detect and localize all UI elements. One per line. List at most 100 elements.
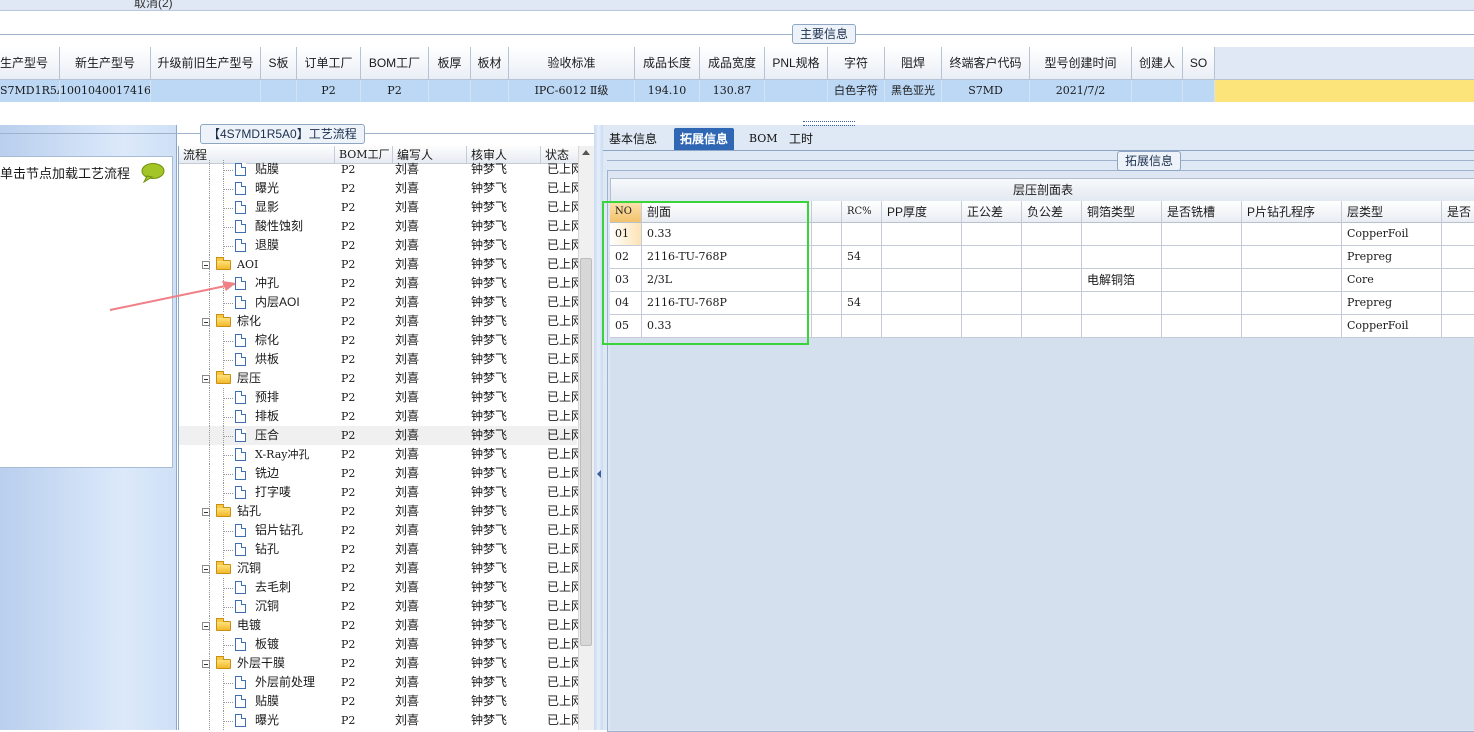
lam-cell[interactable]: Prepreg	[1342, 292, 1442, 315]
collapse-toggle-icon[interactable]	[202, 660, 210, 668]
lam-col-header[interactable]: PP厚度	[882, 201, 962, 223]
info-col-header[interactable]: 生产型号	[0, 47, 60, 80]
lam-cell[interactable]	[812, 292, 842, 315]
lam-cell[interactable]	[1082, 246, 1162, 269]
speech-bubble-icon[interactable]	[140, 163, 166, 183]
info-cell[interactable]: P2	[297, 80, 361, 102]
tree-row[interactable]: 外层干膜 P2 刘喜 钟梦飞 已上网	[179, 654, 579, 673]
tab-work-hours[interactable]: 工时	[783, 128, 819, 150]
tab-bom[interactable]: BOM	[743, 128, 784, 150]
tree-row[interactable]: 钻孔 P2 刘喜 钟梦飞 已上网	[179, 540, 579, 559]
info-cell[interactable]: 2021/7/2	[1030, 80, 1132, 102]
lam-cell[interactable]: CopperFoil	[1342, 315, 1442, 338]
lam-cell[interactable]	[1162, 269, 1242, 292]
lam-cell[interactable]	[882, 223, 962, 246]
info-cell[interactable]: 黑色亚光	[885, 80, 942, 102]
lam-cell[interactable]	[882, 269, 962, 292]
lam-cell[interactable]	[1082, 315, 1162, 338]
lam-cell[interactable]	[1082, 292, 1162, 315]
lam-cell[interactable]	[812, 269, 842, 292]
tree-row[interactable]: 排板 P2 刘喜 钟梦飞 已上网	[179, 407, 579, 426]
collapse-toggle-icon[interactable]	[202, 622, 210, 630]
lam-cell[interactable]	[1242, 246, 1342, 269]
info-col-header[interactable]: 升级前旧生产型号	[151, 47, 261, 80]
lam-col-header[interactable]: 铜箔类型	[1082, 201, 1162, 223]
collapse-toggle-icon[interactable]	[202, 565, 210, 573]
info-cell[interactable]	[1132, 80, 1183, 102]
info-col-header[interactable]: 板材	[471, 47, 509, 80]
tab-extended-info[interactable]: 拓展信息	[674, 128, 735, 150]
lam-cell[interactable]	[882, 315, 962, 338]
info-cell[interactable]	[471, 80, 509, 102]
lam-cell[interactable]	[1442, 292, 1474, 315]
lam-cell[interactable]	[1162, 223, 1242, 246]
lam-cell[interactable]	[1162, 246, 1242, 269]
tree-scrollbar[interactable]	[578, 146, 594, 730]
lam-cell[interactable]	[1242, 269, 1342, 292]
scroll-up-icon[interactable]	[582, 150, 590, 155]
info-cell[interactable]: 白色字符	[828, 80, 885, 102]
lam-col-header[interactable]	[812, 201, 842, 223]
lam-cell[interactable]	[882, 292, 962, 315]
lam-cell[interactable]	[812, 246, 842, 269]
collapse-arrow-icon[interactable]	[597, 470, 601, 478]
lam-cell[interactable]: CopperFoil	[1342, 223, 1442, 246]
info-col-header[interactable]: SO	[1183, 47, 1215, 80]
info-cell[interactable]: P2	[361, 80, 429, 102]
lam-cell[interactable]	[842, 269, 882, 292]
lam-cell[interactable]	[1442, 269, 1474, 292]
lam-cell[interactable]	[1022, 223, 1082, 246]
scroll-thumb[interactable]	[580, 258, 592, 646]
lam-col-header[interactable]: P片钻孔程序	[1242, 201, 1342, 223]
top-splitter-grip[interactable]	[803, 121, 855, 126]
info-cell[interactable]: S7MD	[942, 80, 1030, 102]
tree-row[interactable]: 曝光 P2 刘喜 钟梦飞 已上网	[179, 179, 579, 198]
info-col-header[interactable]: 型号创建时间	[1030, 47, 1132, 80]
lam-cell[interactable]: Core	[1342, 269, 1442, 292]
lam-cell[interactable]	[1022, 315, 1082, 338]
info-col-header[interactable]: 验收标准	[509, 47, 635, 80]
tree-row[interactable]: 层压 P2 刘喜 钟梦飞 已上网	[179, 369, 579, 388]
lam-cell[interactable]	[1242, 292, 1342, 315]
info-cell[interactable]	[1183, 80, 1215, 102]
info-col-header[interactable]: 板厚	[429, 47, 471, 80]
lam-cell[interactable]	[842, 315, 882, 338]
lam-cell[interactable]	[962, 246, 1022, 269]
lam-col-header[interactable]: 层类型	[1342, 201, 1442, 223]
lam-col-header[interactable]: 负公差	[1022, 201, 1082, 223]
lam-cell[interactable]: Prepreg	[1342, 246, 1442, 269]
lam-cell[interactable]	[962, 269, 1022, 292]
info-col-header[interactable]: 字符	[828, 47, 885, 80]
collapse-toggle-icon[interactable]	[202, 261, 210, 269]
lam-cell[interactable]	[1242, 223, 1342, 246]
info-col-header[interactable]: 成品长度	[635, 47, 700, 80]
info-cell[interactable]	[151, 80, 261, 102]
info-col-header[interactable]: 阻焊	[885, 47, 942, 80]
lam-cell[interactable]	[882, 246, 962, 269]
lam-cell[interactable]	[1022, 292, 1082, 315]
tree-row[interactable]: 烘板 P2 刘喜 钟梦飞 已上网	[179, 350, 579, 369]
lam-col-header[interactable]: 是否	[1442, 201, 1474, 223]
lam-cell[interactable]: 54	[842, 246, 882, 269]
tree-row[interactable]: 预排 P2 刘喜 钟梦飞 已上网	[179, 388, 579, 407]
lam-cell[interactable]	[1162, 292, 1242, 315]
info-col-header[interactable]: PNL规格	[765, 47, 828, 80]
lam-col-header[interactable]: 正公差	[962, 201, 1022, 223]
info-col-header[interactable]: 订单工厂	[297, 47, 361, 80]
lam-cell[interactable]	[962, 292, 1022, 315]
collapse-toggle-icon[interactable]	[202, 375, 210, 383]
tree-row[interactable]: X-Ray冲孔 P2 刘喜 钟梦飞 已上网	[179, 445, 579, 464]
lam-cell[interactable]	[962, 315, 1022, 338]
info-col-header[interactable]: S板	[261, 47, 297, 80]
lam-cell[interactable]	[812, 223, 842, 246]
info-cell[interactable]	[765, 80, 828, 102]
tree-row[interactable]: AOI P2 刘喜 钟梦飞 已上网	[179, 255, 579, 274]
lam-cell[interactable]	[1082, 223, 1162, 246]
cancel-label[interactable]: 取消(2)	[134, 0, 173, 11]
collapse-toggle-icon[interactable]	[202, 508, 210, 516]
lam-cell[interactable]	[1022, 269, 1082, 292]
info-cell[interactable]: S7MD1R5A0	[0, 80, 60, 102]
info-cell[interactable]: 10010400174167	[60, 80, 151, 102]
info-col-header[interactable]: 新生产型号	[60, 47, 151, 80]
tree-row[interactable]: 板镀 P2 刘喜 钟梦飞 已上网	[179, 635, 579, 654]
